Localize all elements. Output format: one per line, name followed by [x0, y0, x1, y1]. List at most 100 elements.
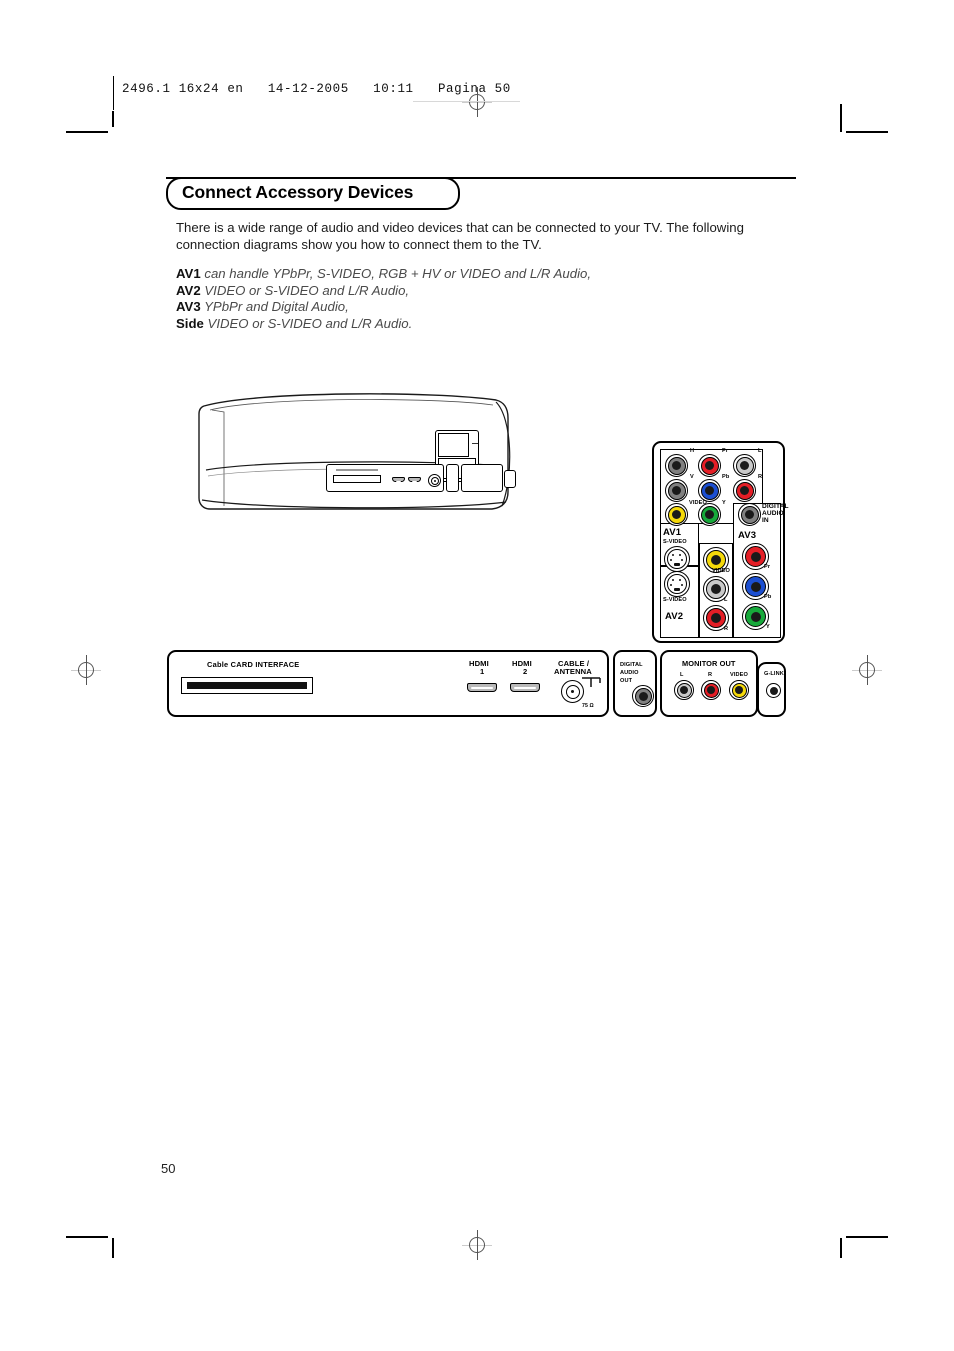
cable-card-slot-bar: [187, 682, 307, 689]
av2-label-r: R: [724, 626, 729, 632]
cable-card-slot[interactable]: [181, 677, 313, 694]
monitor-out-label-r: R: [708, 672, 713, 678]
jack-ring: [740, 505, 759, 524]
jack-ring: [703, 682, 719, 698]
av1-label-l: L: [758, 448, 762, 454]
tv-mini-card-slot: [333, 475, 381, 483]
monitor-out-jack-l[interactable]: [674, 680, 694, 700]
jack-ring: [700, 456, 719, 475]
bottom-connector-panel: Cable CARD INTERFACE HDMI 1 HDMI 2 CABLE…: [167, 650, 609, 717]
monitor-out-jack-video[interactable]: [729, 680, 749, 700]
svideo1-label: S-VIDEO: [663, 539, 687, 545]
hdmi-1-label-line2: 1: [480, 667, 485, 676]
crop-mark-top-right-h: [846, 131, 888, 133]
header-rule: [113, 76, 114, 110]
jack-ring: [706, 608, 726, 628]
av1-jack-l[interactable]: [733, 454, 756, 477]
monitor-out-jack-r[interactable]: [701, 680, 721, 700]
impedance-label: 75 Ω: [582, 703, 594, 709]
jack-ring: [769, 686, 778, 695]
hdmi-1-label-line1: HDMI: [469, 659, 489, 668]
av3-label-pb: Pb: [764, 594, 772, 600]
hdmi-1-port[interactable]: [467, 683, 497, 692]
tv-mini-monitor-out: [461, 464, 503, 492]
tv-mini-digital-audio-out: [446, 464, 459, 492]
av1-jack-pb[interactable]: [698, 479, 721, 502]
av3-jack-y[interactable]: [742, 603, 769, 630]
page-number: 50: [161, 1161, 176, 1176]
av-name: AV3: [176, 299, 201, 315]
header-hairline: [413, 101, 520, 102]
jack-ring: [731, 682, 747, 698]
av1-label-v: V: [690, 474, 694, 480]
page-title: Connect Accessory Devices: [182, 182, 414, 202]
monitor-out-title: MONITOR OUT: [682, 659, 736, 668]
av1-jack-r[interactable]: [733, 479, 756, 502]
g-link-jack[interactable]: [766, 683, 781, 698]
jack-ring: [745, 576, 766, 597]
av1-jack-v[interactable]: [665, 479, 688, 502]
av3-label-y: Y: [766, 624, 770, 630]
tv-mini-card-label: [336, 469, 378, 471]
av1-jack-y[interactable]: [698, 503, 721, 526]
monitor-out-label-l: L: [680, 672, 684, 678]
digital-audio-out-label-line1: DIGITAL: [620, 662, 643, 668]
crop-mark-bottom-right-h: [846, 1236, 888, 1238]
av3-group-label: AV3: [738, 530, 757, 541]
monitor-out-label-video: VIDEO: [730, 672, 748, 678]
crop-mark-top-right-v: [840, 104, 842, 132]
digital-audio-out-label-line2: AUDIO: [620, 670, 639, 676]
digital-audio-out-label-line3: OUT: [620, 678, 633, 684]
tv-mini-coax: [428, 474, 441, 487]
av2-label-video: VIDEO: [712, 568, 730, 574]
tv-mini-g-link: [504, 470, 516, 488]
av-capability-row: AV2 VIDEO or S-VIDEO and L/R Audio,: [176, 283, 776, 300]
jack-ring: [735, 481, 754, 500]
jack-ring: [700, 505, 719, 524]
av1-label-h: H: [690, 448, 695, 454]
jack-ring: [667, 505, 686, 524]
digital-audio-out-jack[interactable]: [632, 685, 654, 707]
av-desc: VIDEO or S-VIDEO and L/R Audio,: [204, 282, 410, 298]
jack-ring: [676, 682, 692, 698]
av1-s-video-connector[interactable]: [664, 546, 690, 572]
registration-mark-bottom: [462, 1230, 492, 1260]
crop-mark-bottom-left-h: [66, 1236, 108, 1238]
jack-ring: [735, 456, 754, 475]
hdmi-2-port[interactable]: [510, 683, 540, 692]
av3-label-pr: Pr: [764, 564, 771, 570]
g-link-panel: G-LINK: [757, 662, 786, 717]
av-name: AV2: [176, 282, 201, 298]
jack-ring: [706, 550, 726, 570]
av-capability-row: AV1 can handle YPbPr, S-VIDEO, RGB + HV …: [176, 266, 776, 283]
av2-label-l: L: [724, 597, 728, 603]
monitor-out-panel: MONITOR OUT L R VIDEO: [660, 650, 758, 717]
registration-mark-left: [71, 655, 101, 685]
cable-card-interface-label: Cable CARD INTERFACE: [207, 660, 300, 669]
registration-mark-right: [852, 655, 882, 685]
crop-mark-top-left-h: [66, 131, 108, 133]
av-capability-row: Side VIDEO or S-VIDEO and L/R Audio.: [176, 316, 776, 333]
av-name: Side: [176, 315, 204, 331]
crop-mark-bottom-left-v: [112, 1238, 114, 1258]
av1-jack-video[interactable]: [665, 503, 688, 526]
av1-label-r: R: [758, 474, 763, 480]
hdmi-2-label-line1: HDMI: [512, 659, 532, 668]
jack-ring: [745, 546, 766, 567]
av1-jack-pr[interactable]: [698, 454, 721, 477]
av-desc: VIDEO or S-VIDEO and L/R Audio.: [207, 315, 413, 331]
av2-group-label: AV2: [665, 611, 684, 622]
digital-audio-in-label-line3: IN: [762, 517, 769, 524]
digital-audio-in-jack[interactable]: [738, 503, 761, 526]
av-capability-list: AV1 can handle YPbPr, S-VIDEO, RGB + HV …: [176, 266, 776, 332]
tv-mini-panel-tick: [472, 443, 478, 444]
jack-ring: [706, 579, 726, 599]
tv-mini-av-panel-upper: [438, 433, 469, 457]
tv-mini-hdmi-2: [408, 477, 421, 483]
svideo2-label: S-VIDEO: [663, 597, 687, 603]
antenna-icon: [581, 675, 603, 693]
av1-jack-h[interactable]: [665, 454, 688, 477]
g-link-label: G-LINK: [764, 671, 784, 677]
av2-s-video-connector[interactable]: [664, 571, 690, 597]
jack-ring: [667, 481, 686, 500]
